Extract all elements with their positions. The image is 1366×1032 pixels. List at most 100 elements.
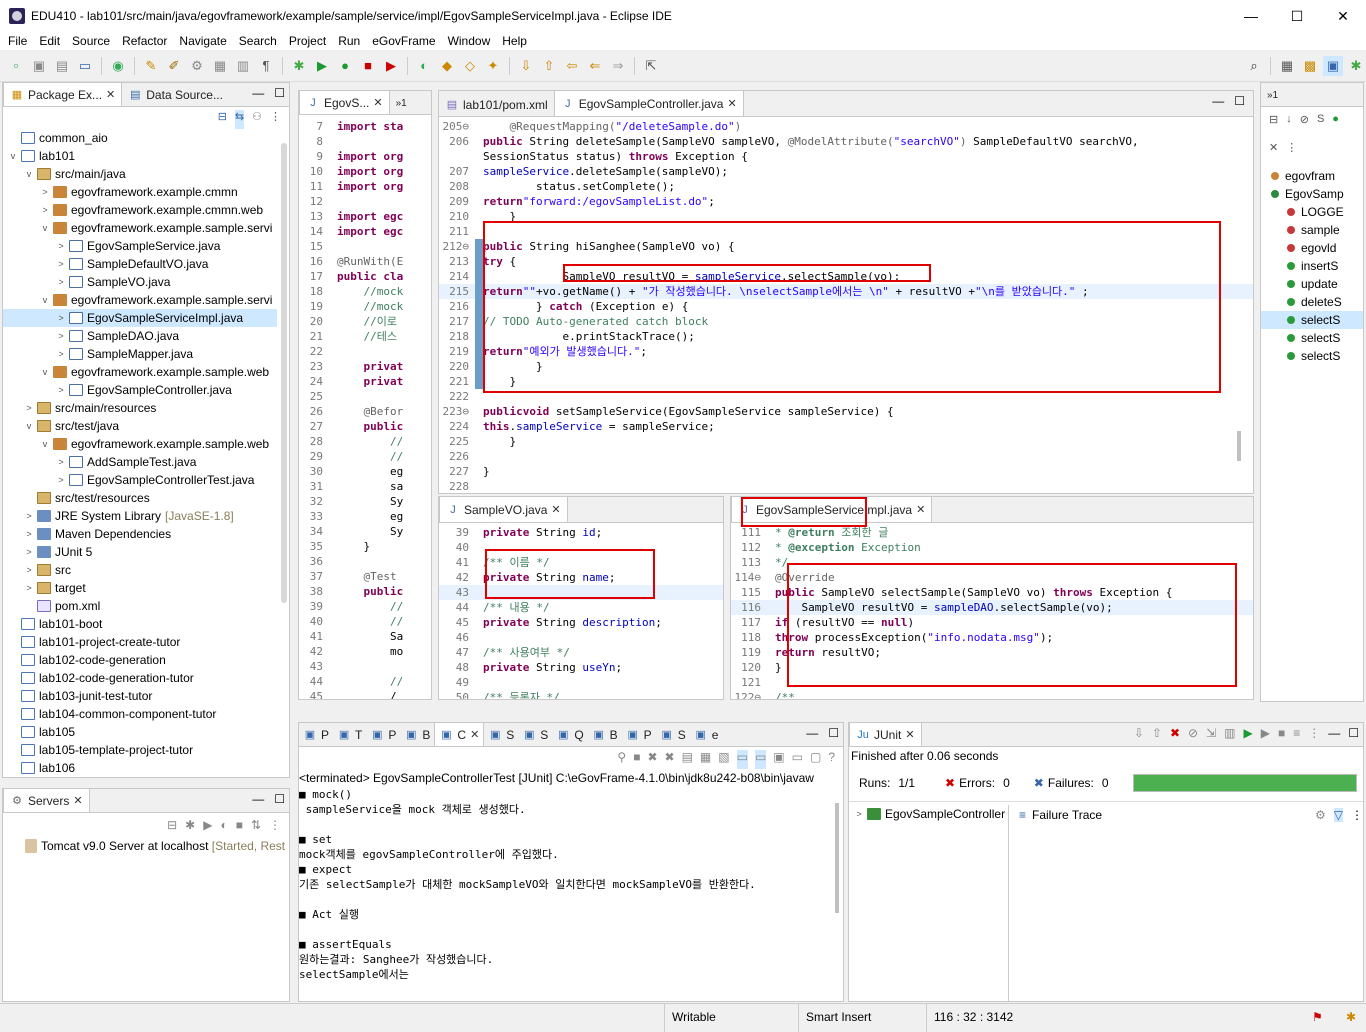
last-edit-icon[interactable]: ⇦	[562, 56, 582, 76]
run-icon[interactable]: ▶	[312, 56, 332, 76]
close-icon[interactable]: ✕	[551, 503, 560, 516]
outline-item[interactable]: insertS	[1261, 257, 1363, 275]
tree-item[interactable]: v lab101	[3, 147, 277, 165]
menu-refactor[interactable]: Refactor	[116, 34, 173, 48]
view-menu-icon[interactable]: ⋮	[1286, 141, 1297, 161]
tab-console[interactable]: ▣ C ✕	[434, 723, 485, 746]
stop-icon[interactable]: ■	[358, 56, 378, 76]
tree-item[interactable]: > SampleDAO.java	[3, 327, 277, 345]
menu-file[interactable]: File	[2, 34, 33, 48]
egov-tool-icon[interactable]: ✐	[164, 56, 184, 76]
menu-project[interactable]: Project	[283, 34, 332, 48]
debug-icon[interactable]: ✱	[289, 56, 309, 76]
expand-toggle-icon[interactable]: >	[55, 385, 67, 395]
menu-search[interactable]: Search	[233, 34, 283, 48]
serviceimpl-code-area[interactable]: 111 * @return 조회한 글 112 * @exception Exc…	[731, 523, 1253, 699]
show-stderr-icon[interactable]: ▭	[754, 750, 767, 769]
minimize-button[interactable]: —	[1228, 0, 1274, 32]
tree-item[interactable]: > EgovSampleController.java	[3, 381, 277, 399]
sort-icon[interactable]: ↓	[1286, 113, 1292, 133]
new-console-icon[interactable]: ▢	[810, 750, 821, 769]
rerun-failed-icon[interactable]: ▶	[1261, 726, 1270, 740]
remove-all-icon[interactable]: ✖	[665, 750, 675, 769]
search-icon[interactable]: ⌕	[1244, 56, 1264, 76]
open-task-icon[interactable]: ◇	[460, 56, 480, 76]
expand-toggle-icon[interactable]: >	[23, 403, 35, 413]
coverage-icon[interactable]: ●	[335, 56, 355, 76]
tab-junit[interactable]: Ju JUnit ✕	[849, 723, 922, 746]
tree-item[interactable]: v egovframework.example.sample.web	[3, 435, 277, 453]
save-all-icon[interactable]: ▤	[52, 56, 72, 76]
menu-egovframe[interactable]: eGovFrame	[366, 34, 441, 48]
tab-egov-sample-controller[interactable]: J EgovSampleController.java ✕	[553, 91, 744, 116]
expand-toggle-icon[interactable]: >	[23, 511, 35, 521]
new-java-project-icon[interactable]: ◐	[414, 56, 434, 76]
tree-item[interactable]: > SampleVO.java	[3, 273, 277, 291]
java-perspective-icon[interactable]: ▩	[1300, 56, 1320, 76]
pilcrow-icon[interactable]: ¶	[256, 56, 276, 76]
tab-egov-sample-service-impl[interactable]: J EgovSampleServiceImpl.java ✕	[731, 497, 933, 522]
hide-static-icon[interactable]: S	[1317, 113, 1324, 133]
filter-icon[interactable]: ⚇	[252, 110, 262, 129]
tab-pom-xml[interactable]: ▤ lab101/pom.xml	[439, 94, 554, 116]
close-icon[interactable]: ✕	[470, 728, 479, 741]
terminate-icon[interactable]: ■	[633, 750, 640, 769]
word-wrap-icon[interactable]: ▧	[718, 750, 729, 769]
more-tabs[interactable]: »1	[390, 92, 413, 114]
maximize-view-icon[interactable]: ☐	[828, 726, 839, 740]
tab-tasks[interactable]: ▣ T	[333, 724, 366, 746]
menu-window[interactable]: Window	[442, 34, 497, 48]
outline-item[interactable]: sample	[1261, 221, 1363, 239]
tree-item[interactable]: > AddSampleTest.java	[3, 453, 277, 471]
tip-icon[interactable]: ✱	[1346, 1010, 1356, 1024]
show-stdout-icon[interactable]: ▭	[736, 750, 748, 769]
tree-item[interactable]: > SampleMapper.java	[3, 345, 277, 363]
editor-scrollbar[interactable]	[1237, 431, 1241, 461]
tree-item[interactable]: > EgovSampleServiceImpl.java	[3, 309, 277, 327]
hide-local-types-icon[interactable]: ✕	[1269, 141, 1278, 161]
tab-samplevo[interactable]: J SampleVO.java ✕	[439, 497, 568, 522]
annotation-next-icon[interactable]: ⇩	[516, 56, 536, 76]
open-type-icon[interactable]: ◆	[437, 56, 457, 76]
expand-toggle-icon[interactable]: >	[55, 475, 67, 485]
skipped-icon[interactable]: ⊘	[1188, 726, 1198, 740]
outline-item[interactable]: selectS	[1261, 329, 1363, 347]
expand-toggle-icon[interactable]: v	[7, 151, 19, 161]
minimize-view-icon[interactable]: —	[806, 726, 818, 740]
samplevo-code-area[interactable]: 39 private String id; 40 41 /** 이름 */ 42…	[439, 523, 723, 699]
compare-icon[interactable]: ▽	[1333, 808, 1343, 822]
filter-stack-icon[interactable]: ⚙	[1315, 808, 1326, 822]
server-item[interactable]: Tomcat v9.0 Server at localhost [Started…	[3, 837, 289, 855]
display-console-icon[interactable]: ▭	[792, 750, 803, 769]
egov-perspective-icon[interactable]: ▣	[1323, 55, 1343, 76]
remove-launch-icon[interactable]: ✖	[647, 750, 657, 769]
close-icon[interactable]: ✕	[106, 88, 115, 101]
minimize-view-icon[interactable]: —	[252, 86, 264, 100]
forward-icon[interactable]: ⇒	[608, 56, 628, 76]
maximize-view-icon[interactable]: ☐	[274, 86, 285, 100]
menu-source[interactable]: Source	[66, 34, 116, 48]
tree-item[interactable]: v egovframework.example.sample.web	[3, 363, 277, 381]
scroll-lock-icon[interactable]: ⇲	[1206, 726, 1216, 740]
collapse-icon[interactable]: ⊟	[167, 818, 177, 837]
debug-perspective-icon[interactable]: ✱	[1346, 56, 1366, 76]
outline-item[interactable]: LOGGE	[1261, 203, 1363, 221]
close-icon[interactable]: ✕	[905, 728, 914, 741]
tree-item[interactable]: > egovframework.example.cmmn	[3, 183, 277, 201]
tree-item[interactable]: v src/test/java	[3, 417, 277, 435]
menu-edit[interactable]: Edit	[33, 34, 66, 48]
egov-wizard-icon[interactable]: ✎	[141, 56, 161, 76]
tree-item[interactable]: lab102-code-generation	[3, 651, 277, 669]
console-output[interactable]: ■ mock() sampleService을 mock 객체로 생성했다. ■ …	[299, 787, 831, 1001]
tab-data-source[interactable]: ▤ Data Source...	[122, 84, 229, 106]
egov-db-icon[interactable]: ▦	[210, 56, 230, 76]
expand-toggle-icon[interactable]: >	[55, 349, 67, 359]
stop-icon[interactable]: ■	[1278, 726, 1285, 740]
pin-console-icon[interactable]: ⚲	[617, 750, 626, 769]
test-code-area[interactable]: 7 import sta 8 9 import org 10 import org 11 imp…	[299, 115, 431, 699]
tab-search[interactable]: ▣ S	[484, 724, 518, 746]
update-icon[interactable]: ⚑	[1312, 1010, 1323, 1024]
expand-toggle-icon[interactable]: >	[55, 457, 67, 467]
expand-toggle-icon[interactable]: >	[23, 547, 35, 557]
expand-toggle-icon[interactable]: v	[23, 421, 35, 431]
